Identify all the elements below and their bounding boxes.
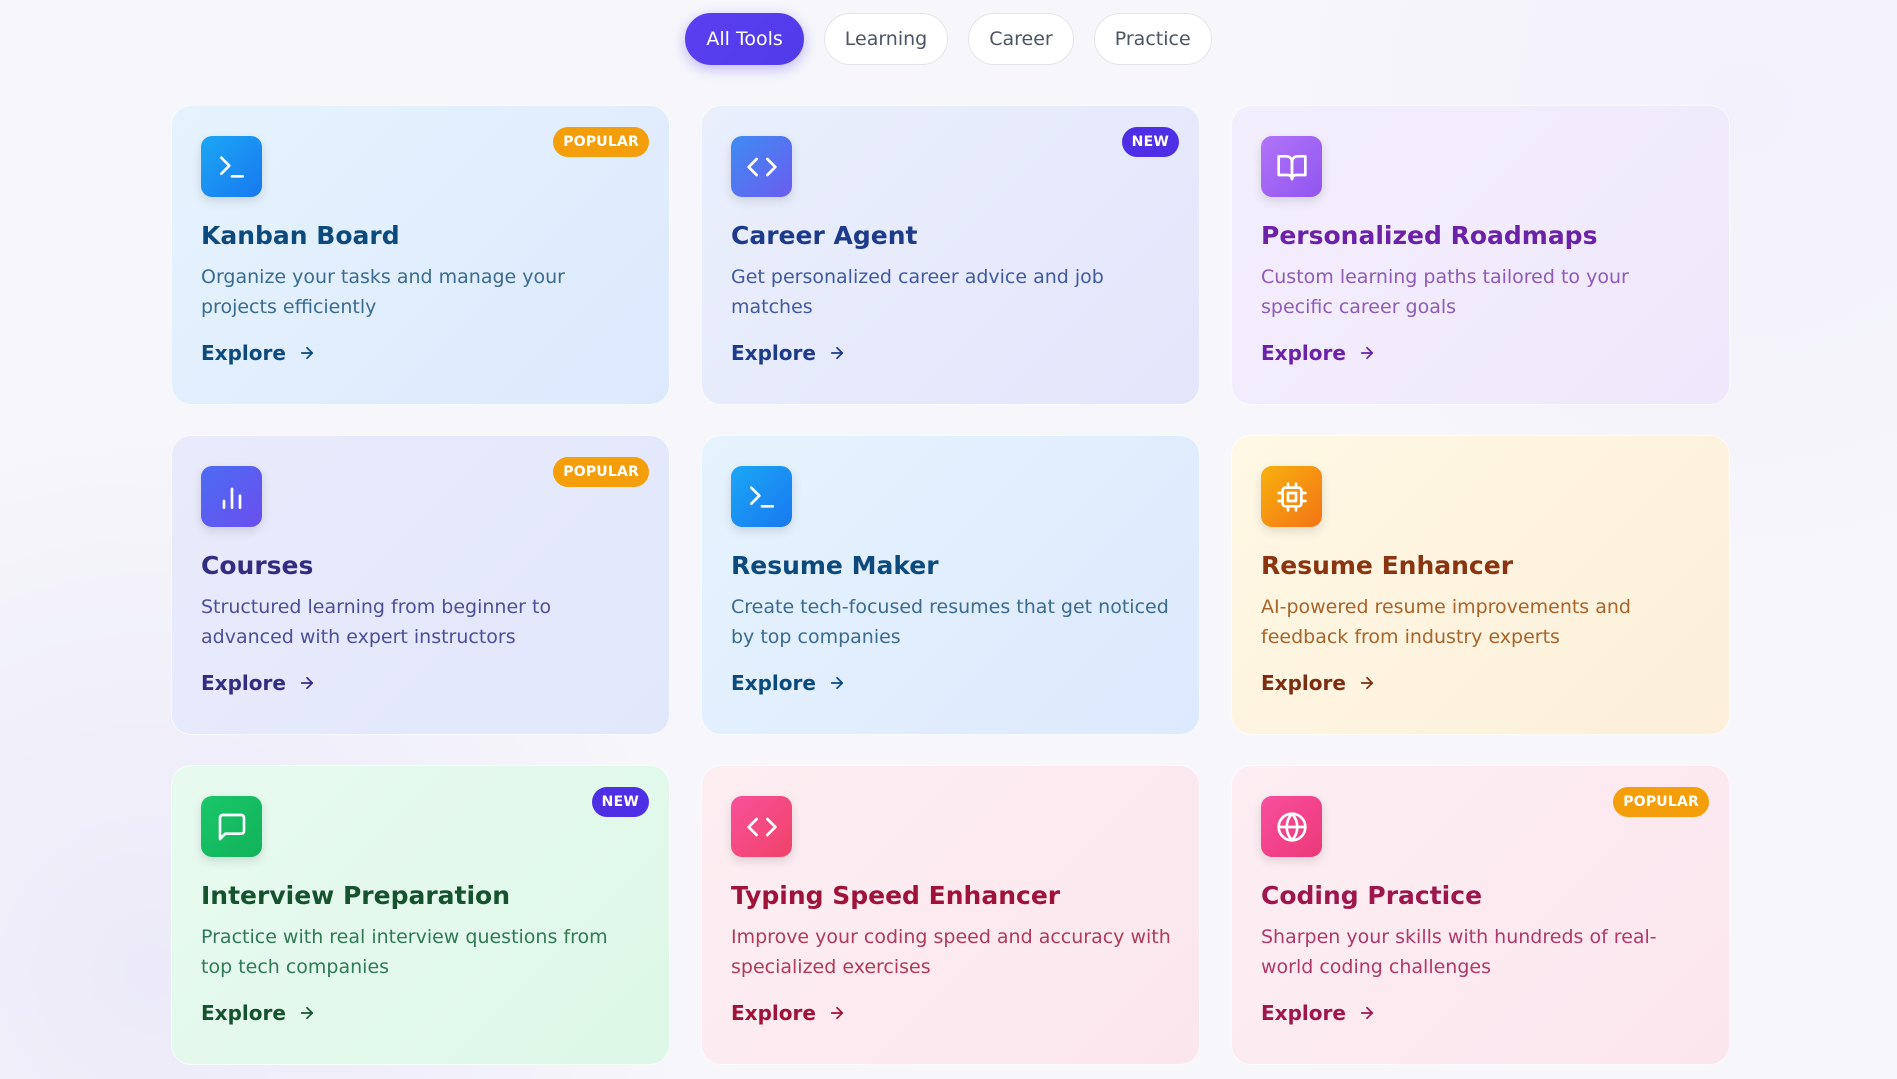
card-description: Get personalized career advice and job m… [731,266,1104,318]
arrow-right-icon [828,674,846,692]
popular-badge: POPULAR [1613,787,1709,817]
terminal-icon [731,466,792,527]
tool-card-career-agent[interactable]: NEW Career Agent Get personalized career a… [701,105,1200,405]
card-description: Create tech-focused resumes that get not… [731,596,1169,648]
explore-link[interactable]: Explore [731,341,1170,365]
globe-icon [1261,796,1322,857]
arrow-right-icon [1358,344,1376,362]
arrow-right-icon [828,344,846,362]
filter-career[interactable]: Career [968,13,1074,65]
card-title: Career Agent [731,221,918,250]
card-title: Interview Preparation [201,881,511,910]
tool-card-kanban-board[interactable]: POPULAR Kanban Board Organize your tasks a… [171,105,670,405]
popular-badge: POPULAR [553,127,649,157]
book-icon [1261,136,1322,197]
message-icon [201,796,262,857]
filter-learning[interactable]: Learning [823,13,949,65]
tool-card-interview-preparation[interactable]: NEW Interview Preparation Practice with re… [171,765,670,1065]
filter-practice[interactable]: Practice [1093,13,1212,65]
explore-link[interactable]: Explore [1261,341,1700,365]
tool-card-coding-practice[interactable]: POPULAR Coding Practice Sharpen your skill… [1231,765,1730,1065]
card-description: Sharpen your skills with hundreds of rea… [1261,926,1657,978]
terminal-icon [201,136,262,197]
card-title: Personalized Roadmaps [1261,221,1598,250]
explore-label: Explore [201,671,286,695]
explore-label: Explore [1261,341,1346,365]
popular-badge: POPULAR [553,457,649,487]
tools-grid: POPULAR Kanban Board Organize your tasks a… [171,105,1730,1065]
arrow-right-icon [298,674,316,692]
explore-label: Explore [731,341,816,365]
bar-chart-icon [201,466,262,527]
tool-card-resume-maker[interactable]: Resume Maker Create tech-focused resumes … [701,435,1200,735]
arrow-right-icon [828,1004,846,1022]
explore-link[interactable]: Explore [731,1001,1170,1025]
new-badge: NEW [1121,127,1179,157]
card-title: Courses [201,551,314,580]
card-description: Structured learning from beginner to adv… [201,596,552,648]
card-title: Resume Maker [731,551,939,580]
filter-bar: All Tools Learning Career Practice [0,13,1897,65]
card-title: Kanban Board [201,221,400,250]
card-description: Practice with real interview questions f… [201,926,608,978]
card-description: Improve your coding speed and accuracy w… [731,926,1171,978]
cpu-icon [1261,466,1322,527]
explore-link[interactable]: Explore [201,1001,640,1025]
explore-link[interactable]: Explore [201,671,640,695]
explore-link[interactable]: Explore [731,671,1170,695]
explore-label: Explore [201,341,286,365]
tool-card-courses[interactable]: POPULAR Courses Structured learning from b… [171,435,670,735]
card-description: Organize your tasks and manage your proj… [201,266,565,318]
card-title: Resume Enhancer [1261,551,1514,580]
explore-link[interactable]: Explore [201,341,640,365]
card-title: Typing Speed Enhancer [731,881,1061,910]
explore-label: Explore [1261,671,1346,695]
explore-link[interactable]: Explore [1261,671,1700,695]
code-icon [731,136,792,197]
explore-label: Explore [731,671,816,695]
arrow-right-icon [298,1004,316,1022]
new-badge: NEW [591,787,649,817]
tool-card-personalized-roadmaps[interactable]: Personalized Roadmaps Custom learning pat… [1231,105,1730,405]
arrow-right-icon [1358,1004,1376,1022]
tool-card-resume-enhancer[interactable]: Resume Enhancer AI-powered resume improve… [1231,435,1730,735]
card-title: Coding Practice [1261,881,1483,910]
arrow-right-icon [298,344,316,362]
tool-card-typing-speed-enhancer[interactable]: Typing Speed Enhancer Improve your coding… [701,765,1200,1065]
arrow-right-icon [1358,674,1376,692]
explore-link[interactable]: Explore [1261,1001,1700,1025]
explore-label: Explore [731,1001,816,1025]
card-description: Custom learning paths tailored to your s… [1261,266,1629,318]
explore-label: Explore [201,1001,286,1025]
filter-all-tools[interactable]: All Tools [685,13,804,65]
explore-label: Explore [1261,1001,1346,1025]
code-icon [731,796,792,857]
card-description: AI-powered resume improvements and feedb… [1261,596,1631,648]
